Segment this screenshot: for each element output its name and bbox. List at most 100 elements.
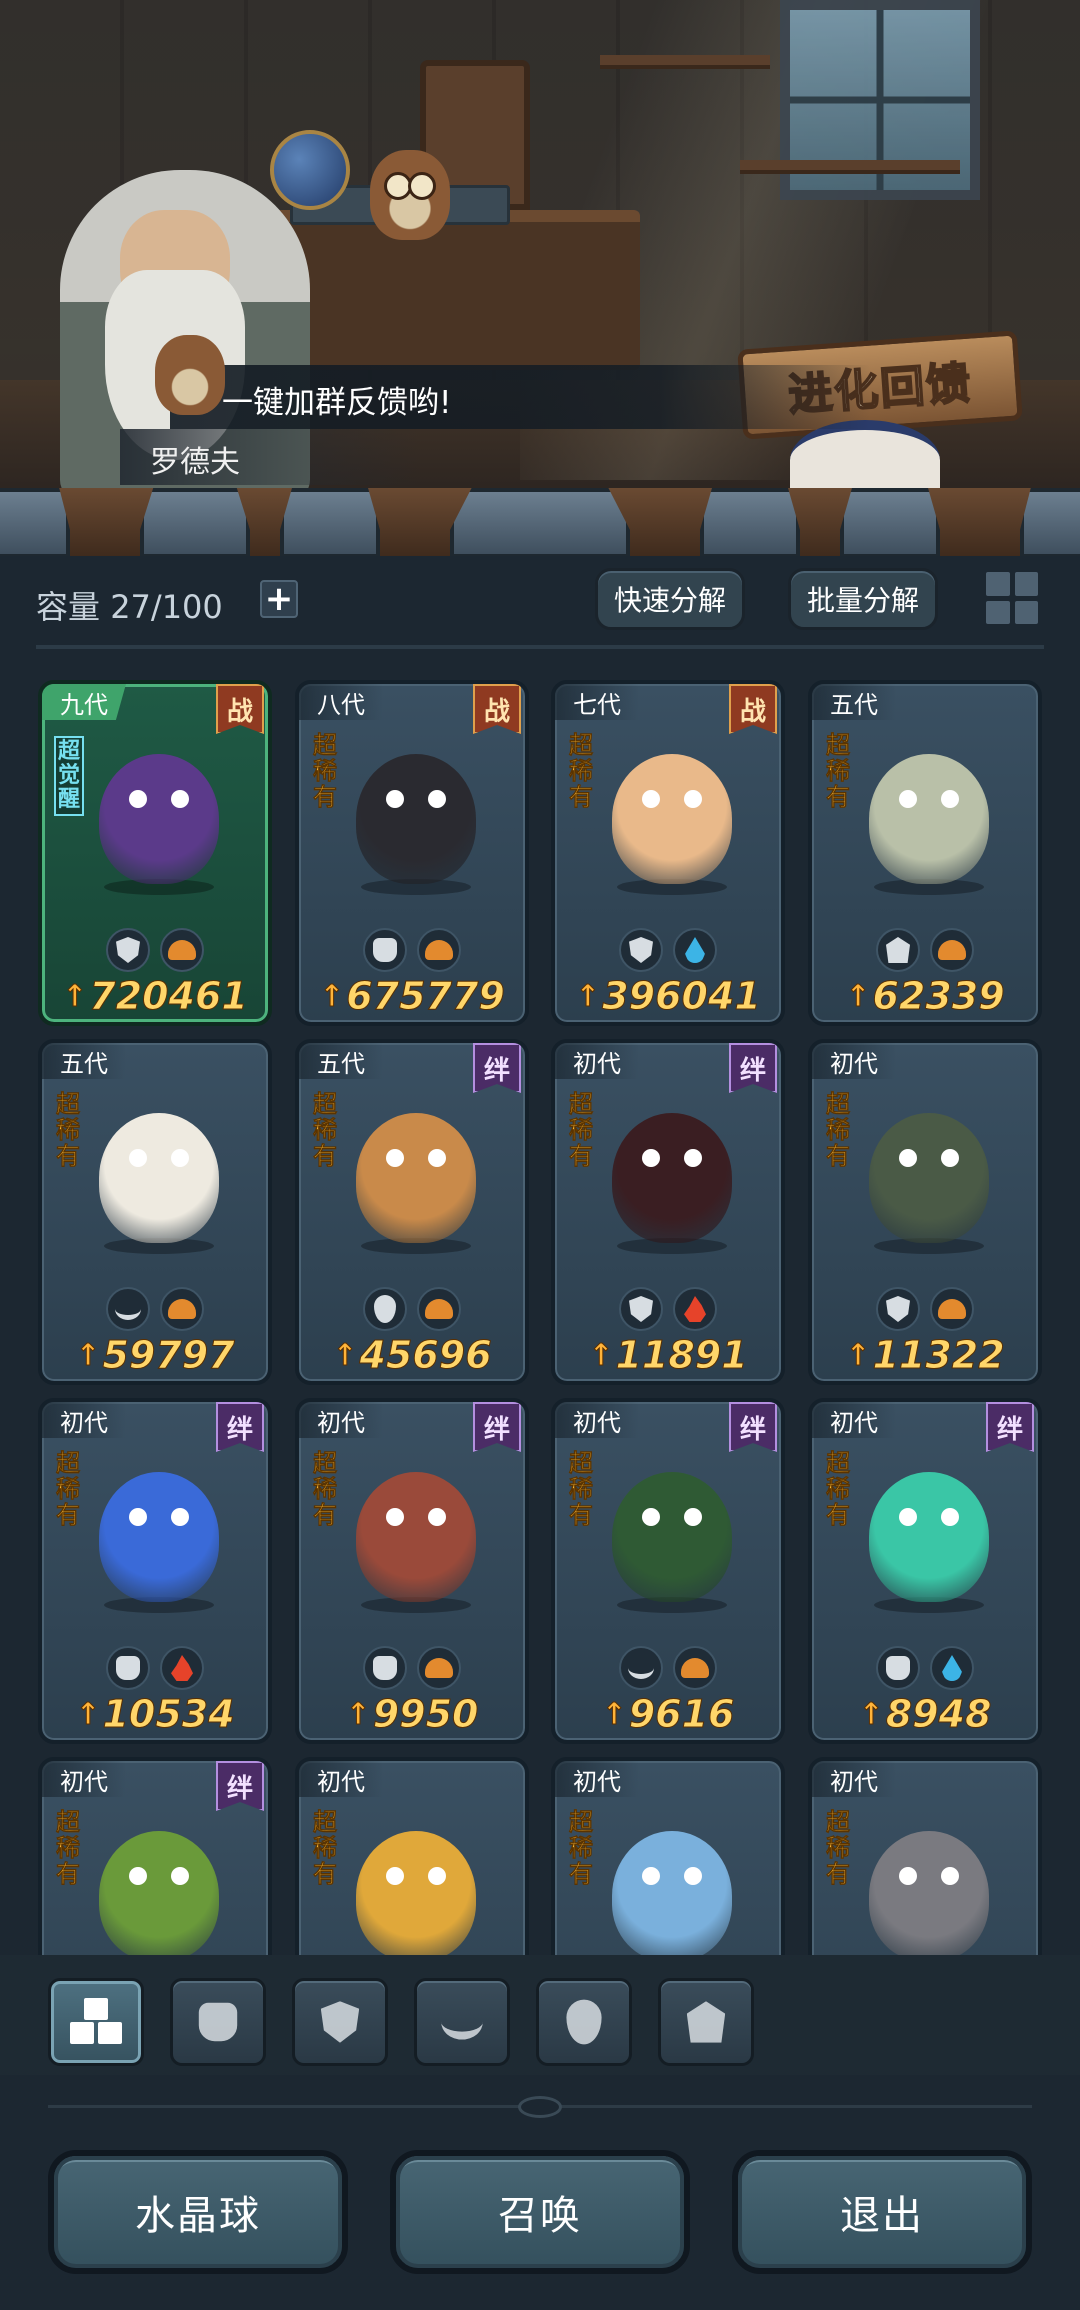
generation-label: 初代 [812, 1402, 896, 1438]
pet-card[interactable]: 初代 绊超稀有 ↑ 8948 [808, 1398, 1042, 1744]
power-number: 9616 [628, 1692, 735, 1737]
power-value: ↑ 59797 [42, 1333, 268, 1378]
pet-card-grid: 九代战超觉醒 ↑ 720461 八代战超稀有 ↑ 675779 七代战超稀有 ↑ 396041 五… [0, 670, 1080, 1955]
pet-card[interactable]: 五代超稀有 ↑ 59797 [38, 1039, 272, 1385]
pet-card[interactable]: 八代 战超稀有 ↑ 675779 [295, 680, 529, 1026]
pet-card[interactable]: 初代 超稀有 ↑ 11322 [808, 1039, 1042, 1385]
expand-capacity-button[interactable]: + [260, 580, 298, 618]
earth-icon [930, 928, 974, 972]
power-icon: ↑ [75, 1337, 101, 1373]
power-value: ↑ 11891 [555, 1333, 781, 1378]
filter-tab[interactable] [658, 1978, 754, 2066]
generation-label: 七代 [555, 684, 639, 720]
filter-tab[interactable] [536, 1978, 632, 2066]
pet-card[interactable]: 五代 绊超稀有 ↑ 45696 [295, 1039, 529, 1385]
rarity-label: 超稀有 [569, 731, 594, 811]
pet-card[interactable]: 七代 战超稀有 ↑ 396041 [551, 680, 785, 1026]
power-value: ↑ 720461 [42, 974, 268, 1019]
creature-portrait [356, 1472, 476, 1602]
earth-icon [417, 1646, 461, 1690]
capacity-display: 容量 27/100 [36, 582, 223, 628]
attribute-icons [42, 1646, 268, 1690]
creature-portrait [612, 1113, 732, 1243]
power-number: 11891 [615, 1333, 748, 1378]
pet-card[interactable]: 初代 超稀有 [551, 1757, 785, 1955]
rarity-label: 超稀有 [56, 1449, 81, 1529]
attribute-icons [555, 1287, 781, 1331]
rarity-label: 超稀有 [826, 731, 851, 811]
generation-label: 初代 [812, 1761, 896, 1797]
stone-block [1020, 488, 1080, 558]
rarity-label: 超稀有 [313, 1808, 338, 1888]
fist-icon [876, 1646, 920, 1690]
speaker-name: 罗德夫 [150, 445, 240, 480]
rarity-label: 超稀有 [569, 1449, 594, 1529]
generation-label: 初代 [555, 1761, 639, 1797]
stone-block [700, 488, 800, 558]
rarity-label: 超稀有 [569, 1090, 594, 1170]
pet-card[interactable]: 初代 绊超稀有 ↑ 9950 [295, 1398, 529, 1744]
bond-tag: 绊 [729, 1402, 777, 1452]
creature-portrait [99, 1831, 219, 1955]
tower-icon [876, 928, 920, 972]
divider-ornament [518, 2096, 562, 2118]
capacity-value: 27/100 [110, 588, 223, 626]
owl-avatar-icon [155, 335, 225, 415]
filter-tab[interactable] [292, 1978, 388, 2066]
water-icon [930, 1646, 974, 1690]
summon-button[interactable]: 召唤 [390, 2150, 690, 2274]
leaf-icon [619, 1646, 663, 1690]
attribute-icons [555, 928, 781, 972]
power-icon: ↑ [601, 1696, 627, 1732]
rarity-label: 超稀有 [56, 1090, 81, 1170]
bond-tag: 绊 [986, 1402, 1034, 1452]
pet-card[interactable]: 初代 绊超稀有 ↑ 9616 [551, 1398, 785, 1744]
attribute-icons [555, 1646, 781, 1690]
generation-label: 初代 [299, 1761, 383, 1797]
dialogue-box[interactable]: 一键加群反馈哟! 罗德夫 [0, 335, 1080, 485]
generation-label: 八代 [299, 684, 383, 720]
filter-tab[interactable] [170, 1978, 266, 2066]
shield-icon [619, 1287, 663, 1331]
earth-icon [160, 928, 204, 972]
grid-view-icon[interactable] [982, 568, 1042, 628]
pet-card[interactable]: 初代 超稀有 [808, 1757, 1042, 1955]
batch-decompose-button[interactable]: 批量分解 [788, 568, 938, 630]
pet-card[interactable]: 初代 绊超稀有 [38, 1757, 272, 1955]
stone-block [140, 488, 250, 558]
attribute-icons [812, 928, 1038, 972]
power-number: 10534 [102, 1692, 235, 1737]
filter-tab[interactable] [48, 1978, 144, 2066]
pet-card[interactable]: 初代 绊超稀有 ↑ 10534 [38, 1398, 272, 1744]
fist-icon [363, 928, 407, 972]
owl-character [370, 150, 450, 240]
rarity-label: 超稀有 [313, 1090, 338, 1170]
shelf [740, 160, 960, 174]
generation-label: 五代 [42, 1043, 126, 1079]
pet-card[interactable]: 初代超稀有 [295, 1757, 529, 1955]
pet-card[interactable]: 五代 超稀有 ↑ 62339 [808, 680, 1042, 1026]
pet-card[interactable]: 初代 绊超稀有 ↑ 11891 [551, 1039, 785, 1385]
power-icon: ↑ [75, 1696, 101, 1732]
generation-label: 五代 [299, 1043, 383, 1079]
crystal-ball-button[interactable]: 水晶球 [48, 2150, 348, 2274]
tower-icon [686, 2001, 726, 2043]
exit-button[interactable]: 退出 [732, 2150, 1032, 2274]
creature-portrait [869, 1831, 989, 1955]
all-blocks-icon [68, 1998, 124, 2046]
rarity-label: 超稀有 [56, 1808, 81, 1888]
attribute-icons [299, 1287, 525, 1331]
bond-tag: 绊 [473, 1402, 521, 1452]
creature-portrait [869, 754, 989, 884]
earth-icon [673, 1646, 717, 1690]
bond-tag: 绊 [216, 1402, 264, 1452]
quick-decompose-button[interactable]: 快速分解 [595, 568, 745, 630]
stone-block [0, 488, 70, 558]
attribute-icons [299, 1646, 525, 1690]
stone-block [280, 488, 380, 558]
creature-portrait [869, 1472, 989, 1602]
earth-icon [417, 1287, 461, 1331]
rarity-label: 超稀有 [826, 1090, 851, 1170]
filter-tab[interactable] [414, 1978, 510, 2066]
pet-card[interactable]: 九代 战超觉醒 ↑ 720461 [38, 680, 272, 1026]
